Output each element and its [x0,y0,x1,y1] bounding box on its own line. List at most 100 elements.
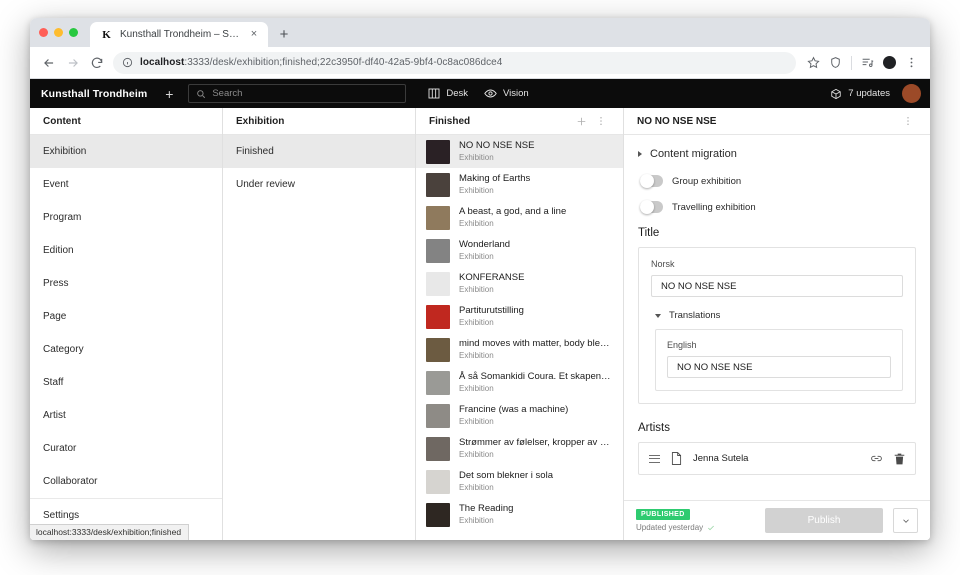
global-search-input[interactable]: Search [188,84,406,103]
sidebar-item-category[interactable]: Category [30,333,222,366]
publish-options-button[interactable] [893,508,918,533]
sidebar-item-collaborator[interactable]: Collaborator [30,465,222,498]
create-new-button[interactable]: + [156,83,182,105]
new-tab-button[interactable]: + [271,22,297,47]
page-info-icon[interactable] [122,57,133,68]
sidebar-item-exhibition[interactable]: Exhibition [30,135,222,168]
close-tab-icon[interactable]: × [247,28,261,42]
document-title: Wonderland [459,239,613,251]
list-item[interactable]: KONFERANSEExhibition [416,267,623,300]
norsk-label: Norsk [651,259,903,269]
sidebar-item-staff[interactable]: Staff [30,366,222,399]
sidebar-item-label: Press [43,278,69,289]
document-text-block: PartiturutstillingExhibition [459,305,613,328]
sidebar-item-curator[interactable]: Curator [30,432,222,465]
list-item[interactable]: mind moves with matter, body blend...Exh… [416,333,623,366]
studio-tool-tabs: Desk Vision [428,88,528,99]
back-button[interactable] [38,52,60,74]
browser-toolbar-actions [803,52,922,73]
sidebar-item-edition[interactable]: Edition [30,234,222,267]
sidebar-item-page[interactable]: Page [30,300,222,333]
sidebar-item-label: Settings [43,510,79,521]
exhibition-item-under-review[interactable]: Under review [223,168,415,201]
toggle-switch-off-icon[interactable] [640,201,663,213]
document-text-block: mind moves with matter, body blend...Exh… [459,338,613,361]
kebab-menu-icon[interactable] [898,112,917,131]
artist-row[interactable]: Jenna Sutela [649,452,905,465]
list-item[interactable]: PartiturutstillingExhibition [416,300,623,333]
document-status: PUBLISHED Updated yesterday [636,509,715,532]
list-item[interactable]: Å så Somankidi Coura. Et skapende ...Exh… [416,366,623,399]
plus-icon[interactable] [572,112,591,131]
exhibition-state-list: FinishedUnder review [223,135,415,201]
exhibition-item-finished[interactable]: Finished [223,135,415,168]
browser-window: K Kunsthall Trondheim – Sanity × + local… [30,18,930,540]
content-migration-toggle[interactable]: Content migration [638,148,916,160]
trash-icon[interactable] [894,453,905,465]
document-text-block: A beast, a god, and a lineExhibition [459,206,613,229]
travelling-exhibition-toggle[interactable]: Travelling exhibition [638,201,916,213]
profile-avatar-icon[interactable] [879,52,900,73]
reload-button[interactable] [86,52,108,74]
browser-toolbar: localhost:3333/desk/exhibition;finished;… [30,47,930,79]
link-status-tooltip: localhost:3333/desk/exhibition;finished [30,524,189,540]
kebab-menu-icon[interactable] [591,112,610,131]
minimize-window-button[interactable] [54,28,63,37]
title-fieldset: Norsk NO NO NSE NSE Translations English… [638,247,916,404]
maximize-window-button[interactable] [69,28,78,37]
desk-panes: Content ExhibitionEventProgramEditionPre… [30,108,930,540]
window-traffic-lights [39,18,90,47]
forward-button[interactable] [62,52,84,74]
bookmark-star-icon[interactable] [803,52,824,73]
list-item[interactable]: NO NO NSE NSEExhibition [416,135,623,168]
list-item[interactable]: Det som blekner i solaExhibition [416,465,623,498]
address-bar[interactable]: localhost:3333/desk/exhibition;finished;… [113,52,796,74]
sidebar-item-artist[interactable]: Artist [30,399,222,432]
list-item[interactable]: WonderlandExhibition [416,234,623,267]
close-window-button[interactable] [39,28,48,37]
publish-button[interactable]: Publish [765,508,883,533]
drag-handle-icon[interactable] [649,455,660,463]
document-list: NO NO NSE NSEExhibitionMaking of EarthsE… [416,135,623,531]
shield-icon[interactable] [825,52,846,73]
document-subtitle: Exhibition [459,350,613,361]
link-icon[interactable] [870,453,883,464]
editor-document-title: NO NO NSE NSE [637,116,716,127]
reading-list-icon[interactable] [857,52,878,73]
document-title: KONFERANSE [459,272,613,284]
list-item[interactable]: Francine (was a machine)Exhibition [416,399,623,432]
document-subtitle: Exhibition [459,185,613,196]
document-thumbnail [426,140,450,164]
tab-vision[interactable]: Vision [484,88,529,99]
sidebar-item-event[interactable]: Event [30,168,222,201]
toggle-switch-off-icon[interactable] [640,175,663,187]
studio-brand-title: Kunsthall Trondheim [41,88,147,100]
list-item[interactable]: Making of EarthsExhibition [416,168,623,201]
exhibition-pane-header: Exhibition [223,108,415,135]
sidebar-item-label: Edition [43,245,74,256]
sanity-favicon-icon: K [100,28,113,41]
sidebar-item-label: Collaborator [43,476,97,487]
global-search-placeholder: Search [212,88,242,99]
translations-toggle[interactable]: Translations [655,310,903,321]
group-exhibition-toggle[interactable]: Group exhibition [638,175,916,187]
sidebar-item-label: Staff [43,377,63,388]
check-icon [707,524,715,532]
user-avatar[interactable] [902,84,921,103]
document-title: Å så Somankidi Coura. Et skapende ... [459,371,613,383]
url-host: localhost [140,57,184,68]
norsk-title-input[interactable]: NO NO NSE NSE [651,275,903,297]
sidebar-item-program[interactable]: Program [30,201,222,234]
browser-tab[interactable]: K Kunsthall Trondheim – Sanity × [90,22,268,47]
sidebar-item-press[interactable]: Press [30,267,222,300]
topnav-right-actions: 7 updates [830,84,921,103]
list-item[interactable]: A beast, a god, and a lineExhibition [416,201,623,234]
browser-menu-icon[interactable] [901,52,922,73]
english-title-input[interactable]: NO NO NSE NSE [667,356,891,378]
updates-button[interactable]: 7 updates [830,88,890,100]
content-pane-header: Content [30,108,222,135]
list-item[interactable]: Strømmer av følelser, kropper av ma...Ex… [416,432,623,465]
document-subtitle: Exhibition [459,284,613,295]
list-item[interactable]: The ReadingExhibition [416,498,623,531]
tab-desk[interactable]: Desk [428,88,468,99]
